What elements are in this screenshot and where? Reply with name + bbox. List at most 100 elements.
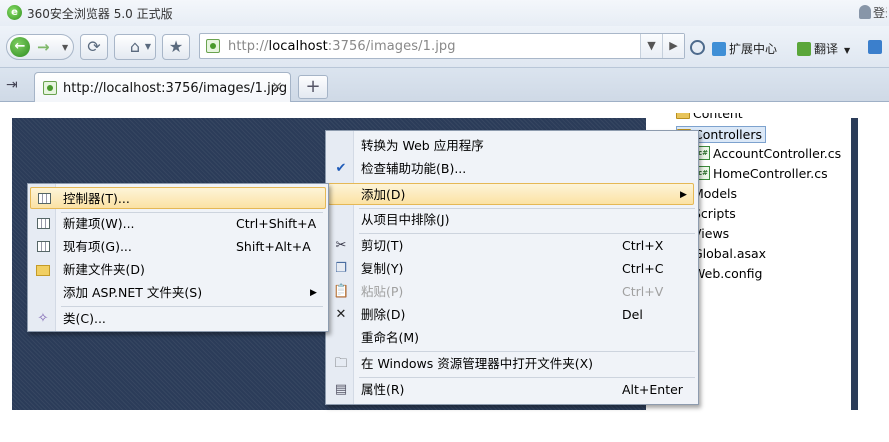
url-path: :3756/images/1.jpg [327, 39, 456, 54]
address-bar[interactable]: http://localhost:3756/images/1.jpg ▼ ▶ [199, 33, 685, 59]
vs-scroll-strip [851, 118, 858, 410]
go-icon[interactable]: ▶ [662, 34, 684, 58]
more-tools-button[interactable] [868, 40, 885, 54]
extensions-button[interactable]: 扩展中心 [712, 40, 777, 57]
submenu-item-class[interactable]: ✧ 类(C)... [30, 308, 326, 330]
menu-item-label: 在 Windows 资源管理器中打开文件夹(X) [361, 356, 594, 371]
home-icon: ⌂ [129, 37, 141, 56]
tree-item-label: HomeController.cs [713, 166, 828, 181]
submenu-arrow-icon: ▶ [310, 288, 317, 298]
menu-item-label: 复制(Y) [361, 261, 404, 276]
tree-item-label: Web.config [693, 266, 763, 281]
star-icon: ★ [168, 37, 184, 56]
home-dropdown-icon[interactable]: ▼ [145, 35, 151, 59]
menu-item-open-in-explorer[interactable]: 🗀 在 Windows 资源管理器中打开文件夹(X) [328, 353, 696, 375]
user-login[interactable]: 登录 [859, 4, 887, 22]
address-dropdown-icon[interactable]: ▼ [640, 34, 662, 58]
menu-separator [359, 377, 695, 378]
menu-item-label: 添加 ASP.NET 文件夹(S) [63, 285, 203, 300]
tools-icon [868, 40, 882, 54]
menu-item-label: 转换为 Web 应用程序 [361, 138, 484, 153]
menu-item-label: 粘贴(P) [361, 284, 404, 299]
submenu-item-controller[interactable]: 控制器(T)... [30, 187, 326, 209]
tree-item-label: Global.asax [693, 246, 767, 261]
open-folder-icon: 🗀 [334, 356, 348, 371]
new-item-icon [35, 216, 51, 232]
translate-icon [797, 42, 811, 56]
url-host: localhost [268, 39, 328, 54]
menu-item-check-accessibility[interactable]: ✔ 检查辅助功能(B)... [328, 158, 696, 180]
tab-active[interactable]: http://localhost:3756/images/1.jpg × [34, 72, 291, 102]
tree-item-label: Controllers [694, 127, 762, 142]
menu-item-convert-web-app[interactable]: 转换为 Web 应用程序 [328, 135, 696, 157]
submenu-item-new-item[interactable]: 新建项(W)... Ctrl+Shift+A [30, 213, 326, 235]
menu-item-label: 从项目中排除(J) [361, 212, 450, 227]
menu-item-label: 剪切(T) [361, 238, 404, 253]
forward-icon[interactable]: → [37, 38, 50, 56]
translate-dropdown-icon[interactable]: ▼ [844, 46, 850, 55]
extensions-label: 扩展中心 [729, 42, 778, 56]
menu-item-label: 新建文件夹(D) [63, 262, 145, 277]
menu-separator [61, 306, 323, 307]
menu-item-label: 类(C)... [63, 311, 106, 326]
menu-item-copy[interactable]: ❐ 复制(Y) Ctrl+C [328, 258, 696, 280]
menu-separator [359, 233, 695, 234]
menu-item-label: 新建项(W)... [63, 216, 135, 231]
menu-item-label: 删除(D) [361, 307, 406, 322]
translate-button[interactable]: 翻译 ▼ [797, 40, 850, 57]
tree-item-label: Scripts [693, 206, 736, 221]
menu-item-exclude-from-project[interactable]: 从项目中排除(J) [328, 209, 696, 231]
submenu-item-new-folder[interactable]: 新建文件夹(D) [30, 259, 326, 281]
class-icon: ✧ [37, 311, 49, 326]
menu-item-paste[interactable]: 📋 粘贴(P) Ctrl+V [328, 281, 696, 303]
submenu-item-add-aspnet-folder[interactable]: 添加 ASP.NET 文件夹(S) ▶ [30, 282, 326, 304]
controller-icon [36, 191, 52, 207]
history-dropdown-icon[interactable]: ▼ [62, 43, 68, 52]
menu-item-cut[interactable]: ✂ 剪切(T) Ctrl+X [328, 235, 696, 257]
menu-item-rename[interactable]: 重命名(M) [328, 327, 696, 349]
tree-item-label: Models [693, 186, 738, 201]
tree-item-accountcontroller[interactable]: AccountController.cs [697, 146, 841, 161]
sidebar-toggle-icon[interactable]: ⇥ [6, 77, 18, 93]
address-url[interactable]: http://localhost:3756/images/1.jpg [228, 39, 456, 54]
home-button[interactable]: ⌂ ▼ [114, 34, 156, 60]
tab-favicon-icon [43, 81, 57, 95]
security-button[interactable] [690, 40, 708, 55]
browser-logo-icon: e [7, 5, 22, 20]
menu-item-shortcut: Ctrl+Shift+A [236, 216, 317, 231]
menu-separator [359, 351, 695, 352]
refresh-icon: ⟳ [87, 37, 101, 56]
title-bar: e 360安全浏览器 5.0 正式版 登录 [0, 0, 889, 26]
back-forward-group[interactable]: ← → ▼ [6, 34, 74, 60]
tab-close-icon[interactable]: × [271, 79, 283, 95]
menu-item-label: 控制器(T)... [63, 191, 130, 206]
menu-item-label: 现有项(G)... [63, 239, 132, 254]
paste-icon: 📋 [333, 284, 350, 299]
new-tab-button[interactable]: + [298, 75, 328, 99]
refresh-button[interactable]: ⟳ [80, 34, 108, 60]
tab-bar: ⇥ http://localhost:3756/images/1.jpg × + [0, 68, 889, 102]
tree-item-label: Content [693, 108, 743, 121]
menu-item-shortcut: Del [622, 307, 643, 322]
puzzle-icon [712, 42, 726, 56]
new-folder-icon [35, 262, 51, 278]
existing-item-icon [35, 239, 51, 255]
menu-item-shortcut: Ctrl+X [622, 238, 664, 253]
folder-icon [676, 113, 690, 119]
menu-item-label: 重命名(M) [361, 330, 420, 345]
menu-item-properties[interactable]: ▤ 属性(R) Alt+Enter [328, 379, 696, 401]
url-scheme: http:// [228, 39, 269, 54]
menu-item-add[interactable]: 添加(D) ▶ [328, 183, 694, 205]
submenu-arrow-icon: ▶ [680, 190, 687, 200]
back-icon[interactable]: ← [10, 37, 30, 57]
shield-icon [690, 40, 705, 55]
tree-item-content[interactable]: Content [676, 108, 743, 121]
scissors-icon: ✂ [335, 238, 347, 253]
menu-item-shortcut: Ctrl+C [622, 261, 664, 276]
tree-item-homecontroller[interactable]: HomeController.cs [697, 166, 828, 181]
submenu-item-existing-item[interactable]: 现有项(G)... Shift+Alt+A [30, 236, 326, 258]
menu-item-delete[interactable]: ✕ 删除(D) Del [328, 304, 696, 326]
accessibility-check-icon: ✔ [335, 161, 347, 176]
tree-item-label: AccountController.cs [713, 146, 842, 161]
favorites-button[interactable]: ★ [162, 34, 190, 60]
